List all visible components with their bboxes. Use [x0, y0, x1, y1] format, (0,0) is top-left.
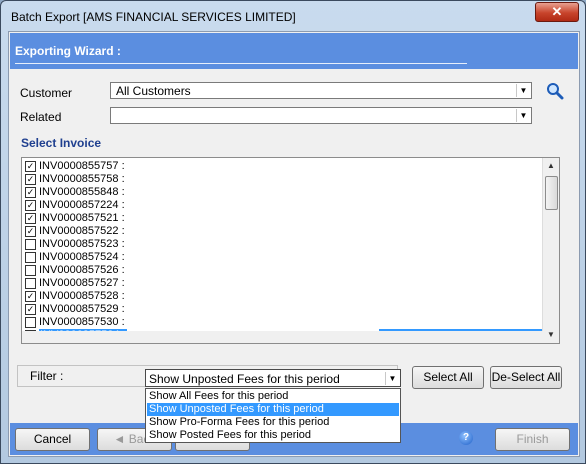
invoice-label: INV0000857527 : [39, 277, 125, 289]
close-button[interactable]: ✕ [535, 2, 579, 22]
invoice-checkbox[interactable] [25, 317, 36, 328]
customer-label: Customer [20, 86, 73, 100]
invoice-label: INV0000857528 : [39, 290, 125, 302]
batch-export-window: Batch Export [AMS FINANCIAL SERVICES LIM… [0, 0, 586, 464]
back-icon: ◄ [113, 432, 129, 446]
filter-option[interactable]: Show Posted Fees for this period [147, 429, 399, 442]
dialog-client-area: Exporting Wizard : Customer All Customer… [8, 31, 580, 457]
window-title: Batch Export [AMS FINANCIAL SERVICES LIM… [11, 10, 296, 24]
select-invoice-heading: Select Invoice [21, 136, 102, 150]
cancel-button[interactable]: Cancel [15, 428, 90, 451]
customer-value: All Customers [116, 84, 191, 98]
invoice-checkbox[interactable]: ✓ [25, 213, 36, 224]
invoice-checkbox[interactable] [25, 252, 36, 263]
invoice-checkbox[interactable] [25, 239, 36, 250]
related-select[interactable]: ▼ [110, 107, 532, 124]
chevron-down-icon[interactable]: ▼ [385, 372, 399, 385]
filter-value: Show Unposted Fees for this period [149, 372, 340, 386]
wizard-underline [15, 63, 467, 64]
invoice-label: INV0000855848 : [39, 186, 125, 198]
filter-option[interactable]: Show Unposted Fees for this period [147, 403, 399, 416]
wizard-title: Exporting Wizard : [15, 44, 121, 58]
deselect-all-button[interactable]: De-Select All [490, 366, 562, 389]
customer-select[interactable]: All Customers ▼ [110, 82, 532, 99]
filter-label: Filter : [30, 369, 64, 383]
scroll-up-icon[interactable]: ▲ [543, 158, 559, 174]
horizontal-scrollbar[interactable] [22, 331, 544, 343]
invoice-checkbox[interactable]: ✓ [25, 291, 36, 302]
invoice-label: INV0000857523 : [39, 238, 125, 250]
search-icon[interactable] [546, 82, 564, 100]
finish-button[interactable]: Finish [495, 428, 570, 451]
scroll-thumb[interactable] [545, 176, 558, 210]
filter-select[interactable]: Show Unposted Fees for this period ▼ [145, 369, 401, 387]
invoice-label: INV0000857522 : [39, 225, 125, 237]
close-icon: ✕ [551, 4, 563, 19]
invoice-checkbox[interactable]: ✓ [25, 174, 36, 185]
vertical-scrollbar[interactable]: ▲ ▼ [542, 158, 559, 343]
invoice-label: INV0000857521 : [39, 212, 125, 224]
invoice-checkbox[interactable]: ✓ [25, 200, 36, 211]
invoice-label: INV0000855758 : [39, 173, 125, 185]
invoice-checkbox[interactable] [25, 278, 36, 289]
invoice-checkbox[interactable]: ✓ [25, 226, 36, 237]
invoice-label: INV0000857529 : [39, 303, 125, 315]
cancel-label: Cancel [33, 432, 72, 446]
wizard-header: Exporting Wizard : [10, 33, 578, 69]
chevron-down-icon[interactable]: ▼ [516, 84, 530, 97]
filter-dropdown-list[interactable]: Show All Fees for this period Show Unpost… [145, 388, 401, 443]
invoice-label: INV0000857526 : [39, 264, 125, 276]
invoice-checkbox[interactable]: ✓ [25, 187, 36, 198]
deselect-all-label: De-Select All [491, 370, 561, 384]
invoice-checkbox[interactable]: ✓ [25, 161, 36, 172]
related-label: Related [20, 110, 62, 124]
chevron-down-icon[interactable]: ▼ [516, 109, 530, 122]
invoice-label: INV0000857530 : [39, 316, 125, 328]
invoice-checkbox[interactable]: ✓ [25, 304, 36, 315]
invoice-label: INV0000857524 : [39, 251, 125, 263]
filter-option[interactable]: Show All Fees for this period [147, 390, 399, 403]
help-icon[interactable]: ? [459, 431, 473, 445]
scroll-down-icon[interactable]: ▼ [543, 327, 559, 343]
select-all-button[interactable]: Select All [412, 366, 484, 389]
invoice-label: INV0000857224 : [39, 199, 125, 211]
invoice-label: INV0000855757 : [39, 160, 125, 172]
invoice-checkbox[interactable] [25, 265, 36, 276]
filter-option[interactable]: Show Pro-Forma Fees for this period [147, 416, 399, 429]
finish-label: Finish [516, 432, 549, 446]
select-all-label: Select All [423, 370, 473, 384]
title-bar: Batch Export [AMS FINANCIAL SERVICES LIM… [1, 1, 585, 31]
invoice-list[interactable]: ✓ INV0000855757 : ✓ INV0000855758 : ✓ INV0000… [21, 157, 560, 344]
